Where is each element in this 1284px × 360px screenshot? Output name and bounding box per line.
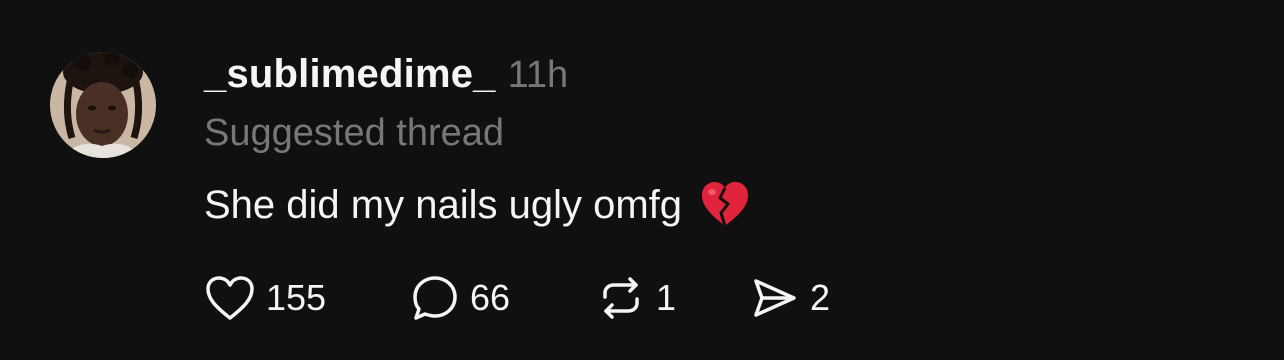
like-button[interactable]: 155 <box>204 274 410 322</box>
post-body: She did my nails ugly omfg <box>204 180 750 230</box>
post-header: _sublimedime_ 11h <box>204 52 568 104</box>
suggested-thread-label: Suggested thread <box>204 112 505 154</box>
send-icon <box>754 279 796 317</box>
repost-button[interactable]: 1 <box>596 273 750 323</box>
heart-icon <box>206 276 254 320</box>
username[interactable]: _sublimedime_ <box>204 52 496 97</box>
repost-icon <box>603 277 639 319</box>
reply-count: 66 <box>470 277 511 318</box>
action-bar: 155 66 1 2 <box>204 270 870 326</box>
post-text: She did my nails ugly omfg <box>204 182 683 227</box>
share-count: 2 <box>810 277 831 318</box>
comment-icon <box>413 276 457 320</box>
broken-heart-icon <box>700 180 750 230</box>
repost-count: 1 <box>656 277 677 318</box>
thread-post: _sublimedime_ 11h Suggested thread She d… <box>0 0 1284 360</box>
profile-photo <box>50 52 156 158</box>
like-count: 155 <box>266 277 327 318</box>
timestamp: 11h <box>507 54 569 96</box>
avatar[interactable] <box>50 52 156 158</box>
reply-button[interactable]: 66 <box>410 273 596 323</box>
share-button[interactable]: 2 <box>750 273 870 323</box>
